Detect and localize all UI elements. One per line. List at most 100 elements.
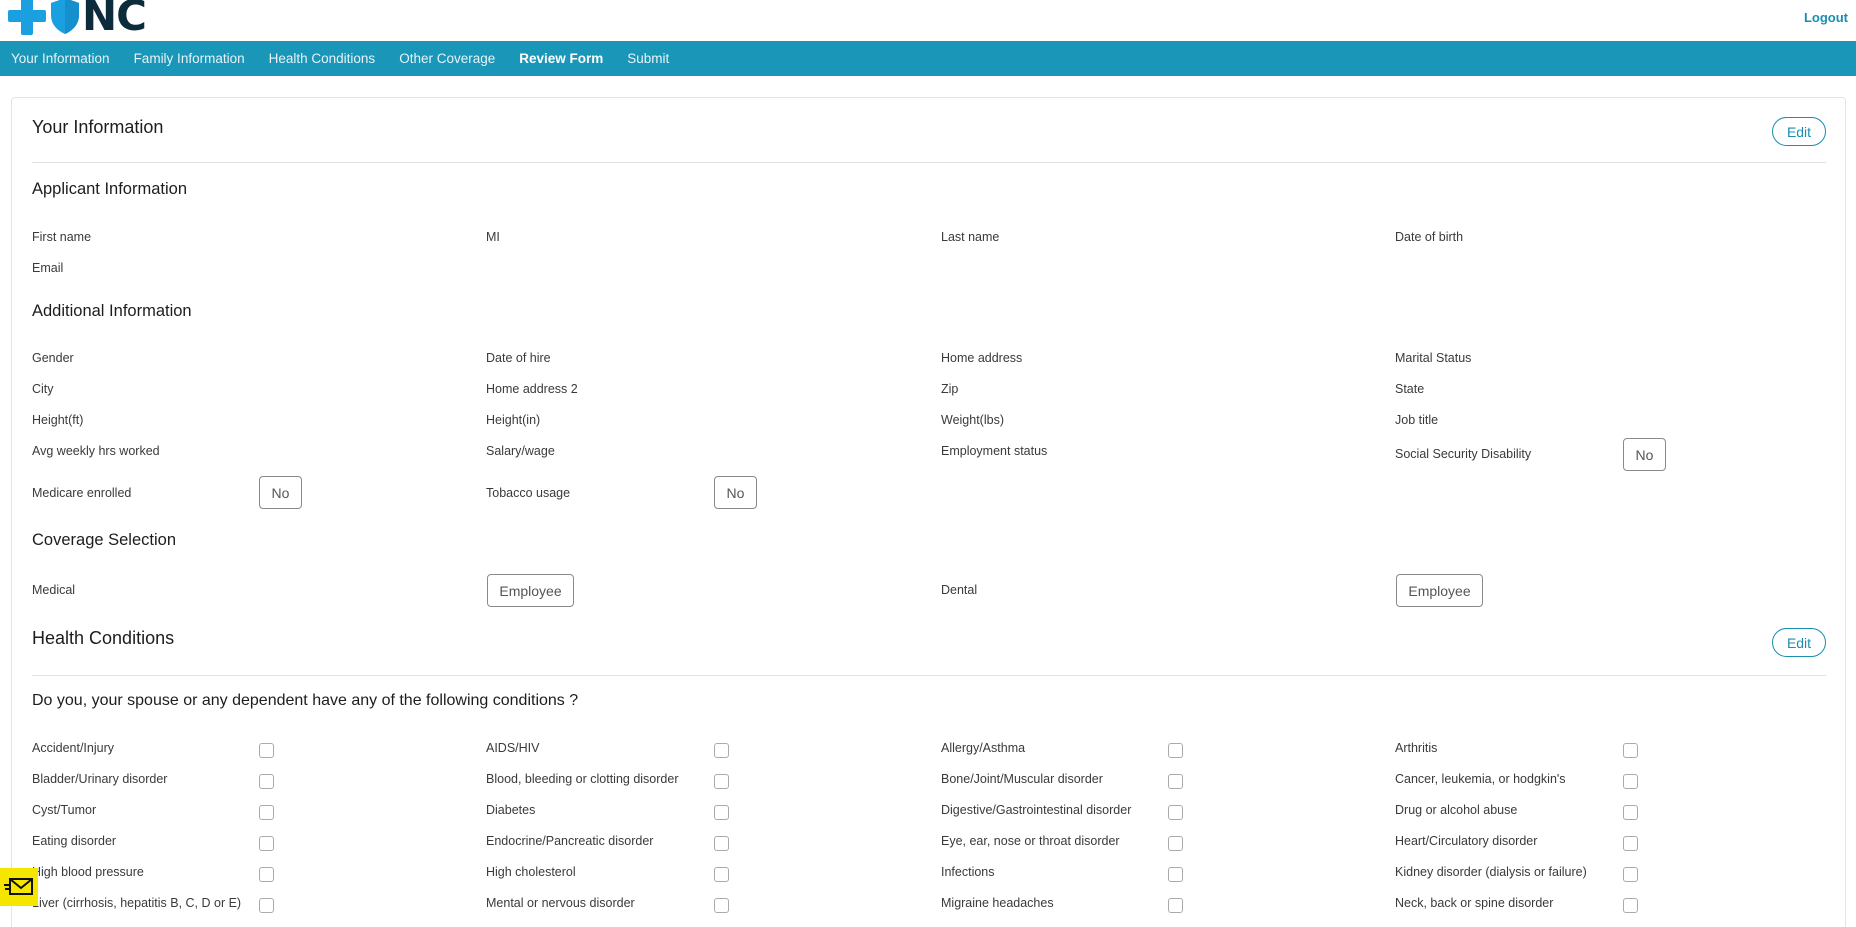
condition-label: AIDS/HIV — [486, 741, 540, 755]
avg-weekly-hours-label: Avg weekly hrs worked — [32, 444, 160, 458]
nav-health-conditions[interactable]: Health Conditions — [269, 51, 376, 66]
top-bar: NC Logout — [0, 0, 1856, 41]
condition-label: Bladder/Urinary disorder — [32, 772, 168, 786]
condition-checkbox[interactable] — [259, 805, 274, 820]
condition-checkbox[interactable] — [259, 898, 274, 913]
nav-other-coverage[interactable]: Other Coverage — [399, 51, 495, 66]
feedback-button[interactable] — [0, 868, 38, 906]
main-nav: Your Information Family Information Heal… — [0, 41, 1856, 76]
conditions-question: Do you, your spouse or any dependent hav… — [32, 692, 579, 709]
condition-checkbox[interactable] — [1623, 898, 1638, 913]
condition-checkbox[interactable] — [1623, 805, 1638, 820]
condition-checkbox[interactable] — [714, 836, 729, 851]
cross-icon — [8, 0, 46, 35]
condition-label: Eye, ear, nose or throat disorder — [941, 834, 1120, 848]
condition-label: Mental or nervous disorder — [486, 896, 635, 910]
condition-label: Drug or alcohol abuse — [1395, 803, 1518, 817]
nav-your-information[interactable]: Your Information — [11, 51, 110, 66]
condition-label: High blood pressure — [32, 865, 144, 879]
condition-checkbox[interactable] — [1168, 867, 1183, 882]
date-of-birth-label: Date of birth — [1395, 230, 1464, 244]
medical-label: Medical — [32, 583, 76, 597]
condition-label: Heart/Circulatory disorder — [1395, 834, 1538, 848]
condition-checkbox[interactable] — [259, 836, 274, 851]
condition-label: Diabetes — [486, 803, 536, 817]
condition-checkbox[interactable] — [1623, 836, 1638, 851]
condition-label: Cancer, leukemia, or hodgkin's — [1395, 772, 1566, 786]
zip-label: Zip — [941, 382, 959, 396]
medicare-value: No — [259, 476, 302, 509]
condition-label: Neck, back or spine disorder — [1395, 896, 1554, 910]
condition-checkbox[interactable] — [259, 743, 274, 758]
mail-icon — [4, 878, 33, 895]
mi-label: MI — [486, 230, 500, 244]
condition-label: Blood, bleeding or clotting disorder — [486, 772, 679, 786]
height-ft-label: Height(ft) — [32, 413, 84, 427]
medicare-label: Medicare enrolled — [32, 486, 132, 500]
condition-checkbox[interactable] — [714, 867, 729, 882]
condition-label: High cholesterol — [486, 865, 576, 879]
tobacco-value: No — [714, 476, 757, 509]
condition-label: Eating disorder — [32, 834, 117, 848]
your-information-title: Your Information — [32, 117, 164, 137]
tobacco-label: Tobacco usage — [486, 486, 571, 500]
condition-label: Digestive/Gastrointestinal disorder — [941, 803, 1132, 817]
condition-label: Arthritis — [1395, 741, 1438, 755]
nav-family-information[interactable]: Family Information — [134, 51, 245, 66]
city-label: City — [32, 382, 54, 396]
condition-checkbox[interactable] — [1168, 836, 1183, 851]
dental-value: Employee — [1396, 574, 1483, 607]
condition-checkbox[interactable] — [1623, 743, 1638, 758]
condition-checkbox[interactable] — [1168, 805, 1183, 820]
divider — [32, 162, 1826, 163]
edit-health-conditions-button[interactable]: Edit — [1772, 628, 1826, 657]
condition-label: Liver (cirrhosis, hepatitis B, C, D or E… — [32, 896, 242, 910]
divider — [32, 675, 1826, 676]
logo[interactable]: NC — [8, 0, 147, 40]
condition-checkbox[interactable] — [714, 805, 729, 820]
state-label: State — [1395, 382, 1425, 396]
health-conditions-title: Health Conditions — [32, 628, 175, 648]
coverage-selection-title: Coverage Selection — [32, 531, 177, 549]
condition-checkbox[interactable] — [714, 743, 729, 758]
condition-label: Cyst/Tumor — [32, 803, 97, 817]
weight-label: Weight(lbs) — [941, 413, 1004, 427]
condition-checkbox[interactable] — [714, 774, 729, 789]
logo-text: NC — [82, 0, 147, 40]
condition-label: Bone/Joint/Muscular disorder — [941, 772, 1103, 786]
shield-icon — [51, 0, 79, 34]
condition-checkbox[interactable] — [1623, 774, 1638, 789]
last-name-label: Last name — [941, 230, 1000, 244]
height-in-label: Height(in) — [486, 413, 541, 427]
home-address-label: Home address — [941, 351, 1023, 365]
condition-label: Kidney disorder (dialysis or failure) — [1395, 865, 1587, 879]
ssd-value: No — [1623, 438, 1666, 471]
ssd-label: Social Security Disability — [1395, 447, 1532, 461]
applicant-information-title: Applicant Information — [32, 180, 188, 198]
nav-review-form[interactable]: Review Form — [519, 51, 603, 66]
job-title-label: Job title — [1395, 413, 1439, 427]
first-name-label: First name — [32, 230, 92, 244]
marital-status-label: Marital Status — [1395, 351, 1472, 365]
salary-label: Salary/wage — [486, 444, 555, 458]
additional-information-title: Additional Information — [32, 302, 192, 320]
condition-checkbox[interactable] — [1623, 867, 1638, 882]
condition-label: Accident/Injury — [32, 741, 114, 755]
condition-checkbox[interactable] — [1168, 774, 1183, 789]
date-of-hire-label: Date of hire — [486, 351, 551, 365]
condition-checkbox[interactable] — [1168, 743, 1183, 758]
email-label: Email — [32, 261, 64, 275]
condition-checkbox[interactable] — [259, 867, 274, 882]
condition-label: Infections — [941, 865, 995, 879]
review-card — [11, 97, 1846, 927]
employment-status-label: Employment status — [941, 444, 1048, 458]
edit-your-information-button[interactable]: Edit — [1772, 117, 1826, 146]
condition-label: Migraine headaches — [941, 896, 1054, 910]
condition-checkbox[interactable] — [259, 774, 274, 789]
condition-checkbox[interactable] — [714, 898, 729, 913]
nav-submit[interactable]: Submit — [627, 51, 669, 66]
condition-checkbox[interactable] — [1168, 898, 1183, 913]
dental-label: Dental — [941, 583, 978, 597]
logout-link[interactable]: Logout — [1804, 10, 1848, 25]
condition-label: Allergy/Asthma — [941, 741, 1026, 755]
